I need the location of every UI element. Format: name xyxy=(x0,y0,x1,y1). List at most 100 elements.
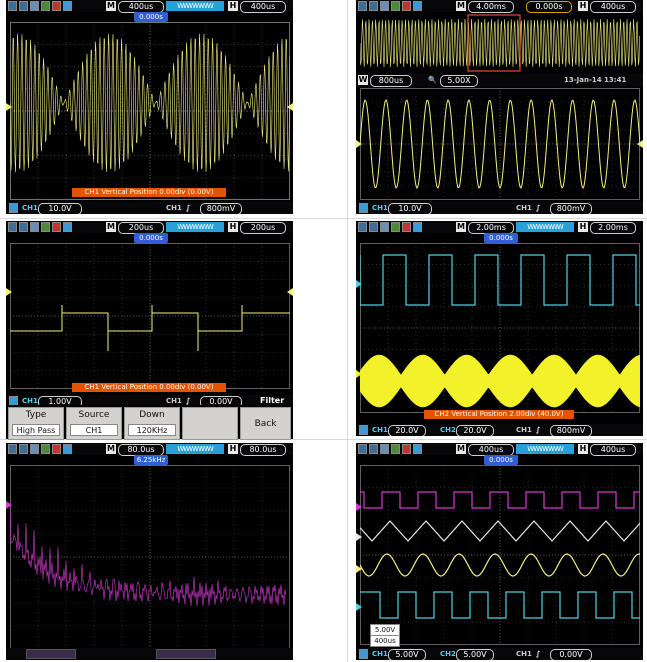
trigger-source: CH1 xyxy=(166,204,182,212)
run-icon[interactable] xyxy=(30,222,39,232)
delay-key[interactable]: H xyxy=(228,222,238,232)
mode-key[interactable]: M xyxy=(106,444,116,454)
run-icon[interactable] xyxy=(30,444,39,454)
window-key[interactable]: W xyxy=(358,75,368,85)
source-softkey[interactable]: Source CH1 xyxy=(66,407,122,440)
trigger-position: 0.000s xyxy=(134,233,168,243)
delay-readout: 2.00ms xyxy=(590,222,636,234)
ch1-icon[interactable] xyxy=(9,203,18,213)
ch1-scale: 5.00V xyxy=(388,649,426,660)
mode-key[interactable]: M xyxy=(456,444,466,454)
ch2-scale: 5.00V xyxy=(456,649,494,660)
math-scale-chip[interactable] xyxy=(26,649,76,659)
down-value: 120KHz xyxy=(128,424,176,436)
trigger-level: 800mV xyxy=(550,203,592,214)
rising-edge-icon: ∫ xyxy=(536,426,541,434)
trigger-icon[interactable] xyxy=(391,222,400,232)
menu-icon[interactable] xyxy=(8,444,17,454)
delay-key[interactable]: H xyxy=(228,444,238,454)
mode-key[interactable]: M xyxy=(456,1,466,11)
ch1-icon[interactable] xyxy=(359,203,368,213)
vertical-position-notice: CH1 Vertical Position 0.00div (0.00V) xyxy=(72,188,226,197)
display-icon[interactable] xyxy=(369,444,378,454)
delay-key[interactable]: H xyxy=(228,1,238,11)
ch4-ground-marker xyxy=(356,533,362,541)
save-icon[interactable] xyxy=(63,444,72,454)
menu-icon[interactable] xyxy=(8,222,17,232)
scope-panel-3: M 200us WWWWWW H 200us 0.000s CH1 Vertic… xyxy=(6,221,293,436)
acquire-waveform-icon: WWWWWW xyxy=(516,222,574,232)
mode-key[interactable]: M xyxy=(106,1,116,11)
display-icon[interactable] xyxy=(369,222,378,232)
menu-icon[interactable] xyxy=(358,1,367,11)
run-icon[interactable] xyxy=(30,1,39,11)
ch2-label: CH2 xyxy=(440,426,456,434)
bottom-status-bar xyxy=(6,648,293,660)
display-icon[interactable] xyxy=(19,444,28,454)
column-divider xyxy=(347,0,348,662)
save-icon[interactable] xyxy=(413,222,422,232)
run-icon[interactable] xyxy=(380,1,389,11)
display-icon[interactable] xyxy=(19,222,28,232)
save-icon[interactable] xyxy=(63,1,72,11)
trigger-level: 800mV xyxy=(550,425,592,436)
menu-icon[interactable] xyxy=(358,444,367,454)
ch1-scale: 20.0V xyxy=(388,425,426,436)
graticule xyxy=(360,88,640,200)
ch1-icon[interactable] xyxy=(359,425,368,435)
save-icon[interactable] xyxy=(63,222,72,232)
mode-key[interactable]: M xyxy=(106,222,116,232)
ch1-label: CH1 xyxy=(372,650,388,658)
math-source-chip[interactable] xyxy=(156,649,216,659)
rising-edge-icon: ∫ xyxy=(186,204,191,212)
zoom-info-bar: W 800us 🔍 5.00X 13-Jan-14 13:41 xyxy=(356,74,643,87)
stop-icon[interactable] xyxy=(52,1,61,11)
display-icon[interactable] xyxy=(19,1,28,11)
run-icon[interactable] xyxy=(380,222,389,232)
ch1-icon[interactable] xyxy=(359,649,368,659)
trigger-icon[interactable] xyxy=(41,222,50,232)
top-status-bar: M 2.00ms WWWWWW H 2.00ms xyxy=(356,221,643,234)
zoom-factor: 5.00X xyxy=(440,75,478,87)
delay-key[interactable]: H xyxy=(578,444,588,454)
trigger-delay-readout: 0.000s xyxy=(526,1,572,13)
top-status-bar: M 200us WWWWWW H 200us xyxy=(6,221,293,234)
zoom-icon: 🔍 xyxy=(428,76,437,84)
ch1-ground-marker xyxy=(356,140,362,148)
bottom-status-bar: CH1 20.0V CH2 20.0V CH1 ∫ 800mV xyxy=(356,424,643,436)
trigger-level-marker xyxy=(287,103,293,111)
trigger-icon[interactable] xyxy=(391,444,400,454)
trigger-icon[interactable] xyxy=(41,444,50,454)
trigger-position: 6.25kHz xyxy=(134,455,168,465)
trigger-icon[interactable] xyxy=(41,1,50,11)
stop-icon[interactable] xyxy=(52,444,61,454)
back-label: Back xyxy=(254,419,277,429)
waveform-display xyxy=(10,243,290,389)
down-softkey[interactable]: Down 120KHz xyxy=(124,407,180,440)
run-icon[interactable] xyxy=(380,444,389,454)
back-softkey[interactable]: Back xyxy=(240,407,291,440)
menu-icon[interactable] xyxy=(358,222,367,232)
stop-icon[interactable] xyxy=(52,222,61,232)
menu-icon[interactable] xyxy=(8,1,17,11)
ch1-label: CH1 xyxy=(372,204,388,212)
save-icon[interactable] xyxy=(413,1,422,11)
display-icon[interactable] xyxy=(369,1,378,11)
stop-icon[interactable] xyxy=(402,222,411,232)
trigger-icon[interactable] xyxy=(391,1,400,11)
ch1-ground-marker xyxy=(356,370,362,378)
delay-key[interactable]: H xyxy=(578,1,588,11)
empty-softkey[interactable] xyxy=(182,407,238,440)
stop-icon[interactable] xyxy=(402,444,411,454)
fft-display xyxy=(10,465,290,649)
graticule xyxy=(10,465,290,649)
stop-icon[interactable] xyxy=(402,1,411,11)
type-softkey[interactable]: Type High Pass xyxy=(8,407,64,440)
date-time: 13-Jan-14 13:41 xyxy=(564,76,627,84)
scope-panel-1: M 400us WWWWWW H 400us 0.000s CH1 Vertic… xyxy=(6,0,293,214)
delay-key[interactable]: H xyxy=(578,222,588,232)
top-status-bar: M 80.0us WWWWWW H 80.0us xyxy=(6,443,293,456)
save-icon[interactable] xyxy=(413,444,422,454)
mode-key[interactable]: M xyxy=(456,222,466,232)
overview-display xyxy=(360,14,640,72)
